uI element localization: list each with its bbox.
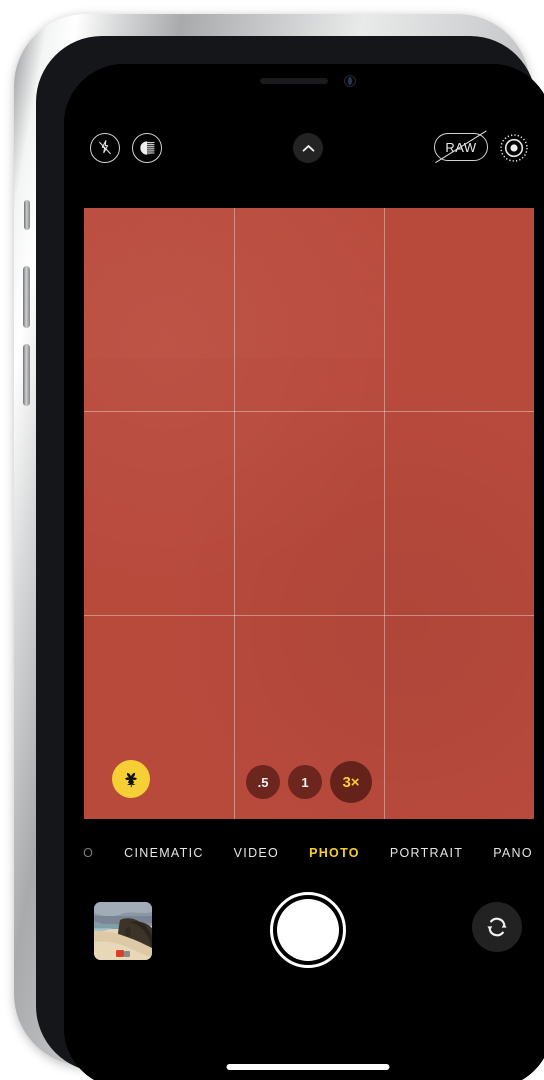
camera-flip-icon	[487, 917, 507, 937]
live-photo-icon	[500, 134, 528, 162]
mode-item-photo[interactable]: PHOTO	[309, 846, 360, 860]
photographic-styles-button[interactable]	[132, 133, 162, 163]
macro-mode-button[interactable]	[112, 760, 150, 798]
mode-item-portrait[interactable]: PORTRAIT	[390, 846, 463, 860]
camera-top-controls: RAW	[64, 126, 544, 170]
camera-app: RAW	[64, 64, 544, 1080]
expand-controls-button[interactable]	[293, 133, 323, 163]
phone-bezel: RAW	[36, 36, 544, 1080]
thumbnail-image	[94, 902, 152, 960]
shutter-button[interactable]	[270, 892, 346, 968]
silent-switch[interactable]	[24, 200, 30, 230]
earpiece-speaker	[260, 78, 328, 84]
mode-item-video[interactable]: VIDEO	[234, 846, 279, 860]
shutter-button-inner	[277, 899, 339, 961]
photographic-styles-icon	[140, 141, 155, 155]
home-indicator[interactable]	[226, 1064, 390, 1070]
volume-up-button[interactable]	[23, 266, 30, 328]
last-photo-thumbnail[interactable]	[94, 902, 152, 960]
mode-item-cinematic[interactable]: CINEMATIC	[124, 846, 204, 860]
grid-line-horizontal-2	[84, 615, 534, 616]
raw-off-icon	[435, 130, 487, 164]
phone-screen: RAW	[64, 64, 544, 1080]
flash-off-icon	[98, 140, 112, 155]
zoom-button-3x[interactable]: 3×	[330, 761, 372, 803]
mode-item-pano[interactable]: PANO	[493, 846, 533, 860]
camera-bottom-controls	[64, 884, 544, 994]
grid-line-vertical-1	[234, 208, 235, 819]
flash-off-button[interactable]	[90, 133, 120, 163]
flip-camera-button[interactable]	[472, 902, 522, 952]
mode-selector[interactable]: O CINEMATIC VIDEO PHOTO PORTRAIT PANO	[64, 836, 544, 870]
viewfinder[interactable]: .5 1 3×	[84, 208, 534, 819]
screenshot-stage: RAW	[0, 0, 544, 1080]
mode-item-slomo[interactable]: O	[83, 846, 94, 860]
grid-line-horizontal-1	[84, 411, 534, 412]
zoom-button-1x[interactable]: 1	[288, 765, 322, 799]
front-camera-icon	[344, 75, 356, 87]
zoom-button-0.5x[interactable]: .5	[246, 765, 280, 799]
volume-down-button[interactable]	[23, 344, 30, 406]
macro-flower-icon	[125, 772, 137, 788]
zoom-level-controls: .5 1 3×	[246, 761, 372, 803]
chevron-up-icon	[302, 144, 314, 152]
phone-frame: RAW	[14, 14, 544, 1080]
notch	[198, 64, 418, 97]
live-photo-button[interactable]	[498, 132, 530, 164]
grid-line-vertical-2	[384, 208, 385, 819]
raw-toggle-button[interactable]: RAW	[434, 130, 488, 164]
